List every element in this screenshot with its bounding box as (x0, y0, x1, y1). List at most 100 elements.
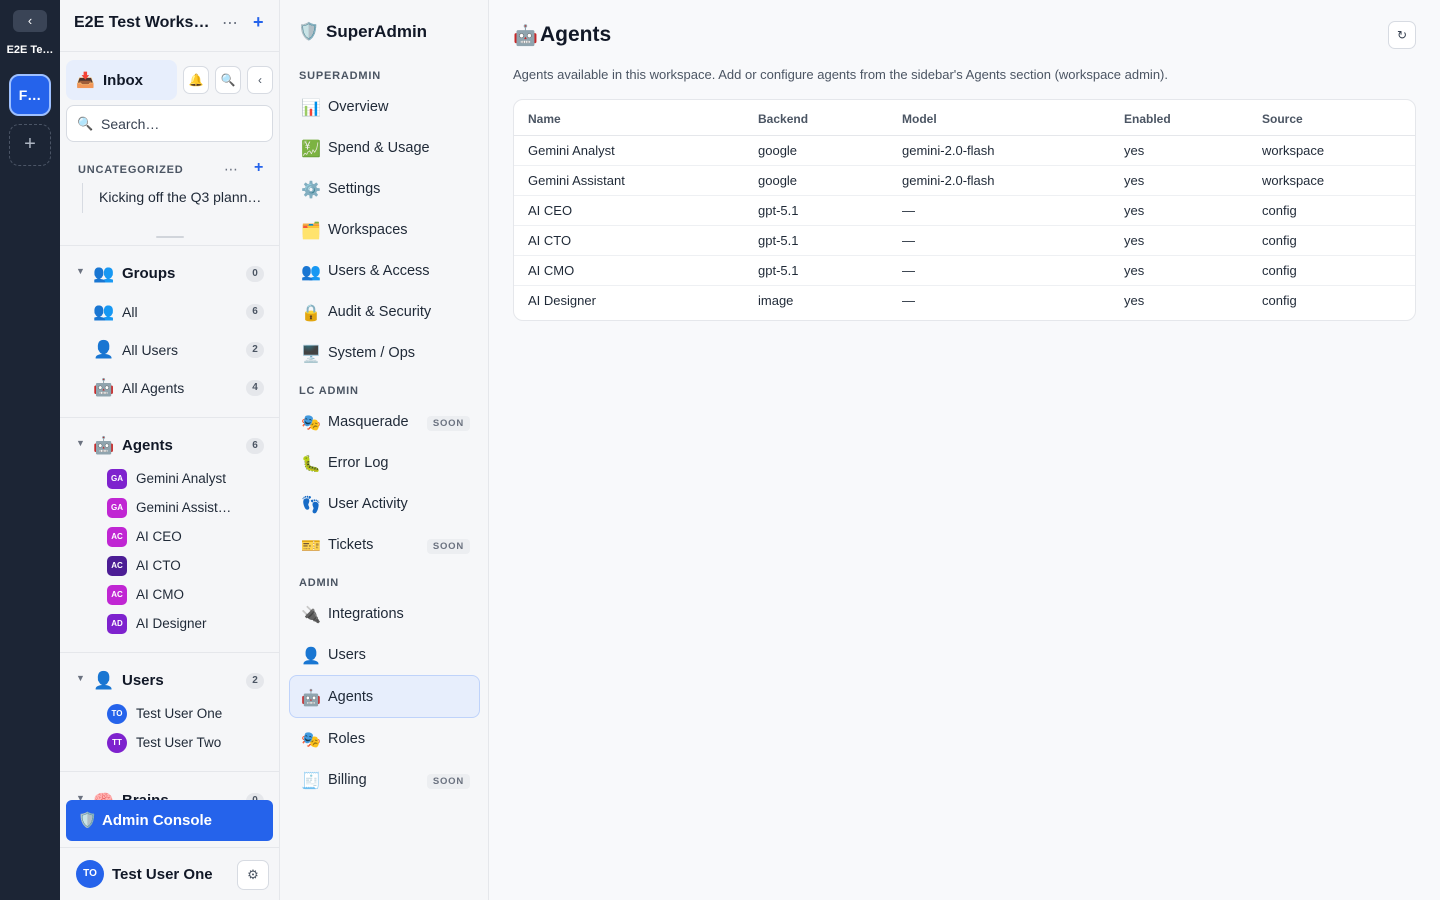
group-item-all[interactable]: 👥 All 6 (60, 299, 280, 325)
collapse-sidebar-button[interactable]: ‹ (247, 66, 273, 94)
table-row[interactable]: AI CTO gpt-5.1 — yes config (514, 225, 1415, 256)
current-user-name[interactable]: Test User One (112, 866, 213, 883)
cell-model: gemini-2.0-flash (902, 165, 1124, 196)
agent-name: AI CMO (136, 587, 185, 602)
groups-label: Groups (122, 265, 176, 282)
user-item[interactable]: TO Test User One (60, 702, 280, 726)
table-row[interactable]: Gemini Assistant google gemini-2.0-flash… (514, 165, 1415, 196)
nav-item-roles[interactable]: 🎭 Roles (289, 719, 480, 759)
nav-item-label: Overview (328, 99, 389, 115)
admin-console-label: Admin Console (102, 812, 213, 829)
table-row[interactable]: Gemini Analyst google gemini-2.0-flash y… (514, 135, 1415, 166)
agent-item[interactable]: AC AI CEO (60, 525, 280, 549)
column-header-model[interactable]: Model (902, 100, 1124, 136)
nav-item-overview[interactable]: 📊 Overview (289, 87, 480, 127)
sidebar-search: 🔍 (66, 105, 273, 142)
cell-model: gemini-2.0-flash (902, 135, 1124, 166)
search-input[interactable] (101, 114, 261, 134)
agent-item[interactable]: AC AI CMO (60, 583, 280, 607)
cell-name: Gemini Assistant (514, 165, 758, 196)
cell-model: — (902, 225, 1124, 256)
agent-item[interactable]: AC AI CTO (60, 554, 280, 578)
cell-source: config (1262, 225, 1415, 256)
resize-handle[interactable] (156, 236, 184, 238)
table-row[interactable]: AI CEO gpt-5.1 — yes config (514, 195, 1415, 226)
nav-item-integrations[interactable]: 🔌 Integrations (289, 594, 480, 634)
table-row[interactable]: AI CMO gpt-5.1 — yes config (514, 255, 1415, 286)
agents-label: Agents (122, 437, 173, 454)
cell-enabled: yes (1124, 292, 1145, 308)
nav-item-system-ops[interactable]: 🖥️ System / Ops (289, 333, 480, 373)
nav-item-label: Error Log (328, 455, 389, 471)
refresh-button[interactable]: ↻ (1388, 21, 1416, 49)
admin-console-button[interactable]: 🛡️ Admin Console (66, 800, 273, 841)
cell-name: AI Designer (528, 292, 596, 308)
inbox-button[interactable]: 📥 Inbox (66, 60, 177, 100)
cell-backend: gpt-5.1 (758, 195, 902, 226)
group-item-all-users[interactable]: 👤 All Users 2 (60, 337, 280, 363)
nav-item-error-log[interactable]: 🐛 Error Log (289, 443, 480, 483)
nav-item-workspaces[interactable]: 🗂️ Workspaces (289, 210, 480, 250)
search-button[interactable]: 🔍 (215, 66, 241, 94)
page-description: Agents available in this workspace. Add … (513, 67, 1168, 82)
workspace-more-button[interactable]: ⋯ (222, 13, 238, 33)
nav-item-users[interactable]: 👤 Users (289, 635, 480, 675)
search-icon: 🔍 (220, 73, 236, 87)
nav-item-users-access[interactable]: 👥 Users & Access (289, 251, 480, 291)
add-workspace-button[interactable]: + (9, 124, 51, 166)
nav-item-tickets[interactable]: 🎫 Tickets SOON (289, 525, 480, 565)
cell-enabled: yes (1124, 135, 1262, 166)
nav-section-superadmin: SUPERADMIN (299, 70, 381, 82)
nav-item-spend-usage[interactable]: 💹 Spend & Usage (289, 128, 480, 168)
users-section-header[interactable]: ▼ 👤 Users 2 (60, 669, 280, 693)
groups-icon: 👥 (93, 264, 115, 283)
agents-section-header[interactable]: ▼ 🤖 Agents 6 (60, 434, 280, 458)
workspace-name[interactable]: E2E Test Works… (74, 14, 209, 32)
brains-section-header[interactable]: ▼ 🧠 Brains 0 (60, 789, 280, 800)
group-item-all-agents[interactable]: 🤖 All Agents 4 (60, 375, 280, 401)
uncategorized-more-button[interactable]: ⋯ (224, 161, 238, 178)
divider (60, 245, 280, 246)
groups-section-header[interactable]: ▼ 👥 Groups 0 (60, 262, 280, 286)
nav-item-agents[interactable]: 🤖 Agents (289, 675, 480, 718)
agent-name: AI Designer (136, 616, 207, 631)
table-row[interactable]: AI Designer image — yes config (514, 285, 1415, 315)
user-settings-button[interactable]: ⚙ (237, 860, 269, 890)
column-header-enabled[interactable]: Enabled (1124, 100, 1262, 136)
agent-item[interactable]: GA Gemini Assist… (60, 496, 280, 520)
workspace-switcher-button[interactable]: F… (9, 74, 51, 116)
notifications-button[interactable]: 🔔 (183, 66, 209, 94)
ticket-icon: 🎫 (301, 538, 321, 555)
cell-source: config (1262, 255, 1415, 286)
cell-model: — (902, 195, 1124, 226)
mask-icon: 🎭 (301, 732, 321, 749)
nav-item-user-activity[interactable]: 👣 User Activity (289, 484, 480, 524)
nav-item-settings[interactable]: ⚙️ Settings (289, 169, 480, 209)
column-header-backend[interactable]: Backend (758, 100, 902, 136)
shield-icon: 🛡️ (298, 22, 320, 41)
uncategorized-add-button[interactable]: + (254, 159, 263, 177)
gear-icon: ⚙ (247, 867, 259, 882)
user-icon: 👤 (301, 648, 321, 665)
chevron-down-icon: ▼ (76, 266, 85, 276)
nav-item-billing[interactable]: 🧾 Billing SOON (289, 760, 480, 800)
chevron-down-icon: ▼ (76, 793, 85, 800)
nav-item-label: Spend & Usage (328, 140, 430, 156)
chart-icon: 📊 (301, 100, 321, 117)
agent-item[interactable]: GA Gemini Analyst (60, 467, 280, 491)
user-item[interactable]: TT Test User Two (60, 731, 280, 755)
collapse-rail-button[interactable]: ‹ (13, 10, 47, 32)
cell-backend: image (758, 292, 794, 308)
thread-item[interactable]: Kicking off the Q3 planni… (82, 183, 262, 213)
workspace-add-button[interactable]: + (253, 12, 264, 33)
avatar[interactable]: TO (76, 860, 104, 888)
column-header-name[interactable]: Name (514, 100, 758, 136)
nav-item-masquerade[interactable]: 🎭 Masquerade SOON (289, 402, 480, 442)
user-name: Test User One (136, 706, 223, 721)
cell-name: AI CTO (514, 225, 758, 256)
agent-avatar: AD (107, 614, 127, 634)
agent-item[interactable]: AD AI Designer (60, 612, 280, 636)
nav-item-audit-security[interactable]: 🔒 Audit & Security (289, 292, 480, 332)
cell-source: workspace (1262, 135, 1415, 166)
column-header-source[interactable]: Source (1262, 100, 1415, 136)
